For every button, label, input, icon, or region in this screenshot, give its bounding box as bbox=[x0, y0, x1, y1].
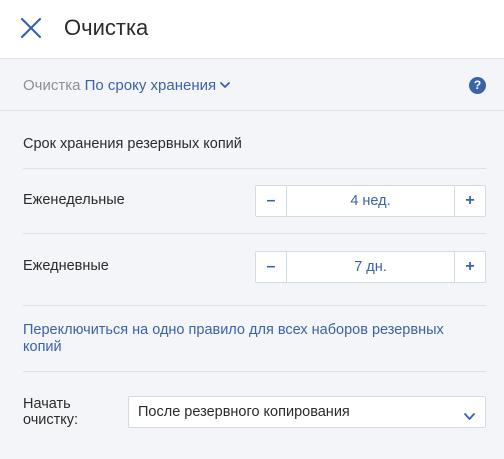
start-cleanup-value: После резервного копирования bbox=[138, 404, 350, 420]
start-cleanup-label: Начать очистку: bbox=[23, 396, 79, 428]
retention-mode-label: По сроку хранения bbox=[84, 77, 217, 94]
switch-single-rule-link[interactable]: Переключиться на одно правило для всех н… bbox=[23, 322, 473, 356]
page-title: Очистка bbox=[64, 15, 149, 40]
breadcrumb-static: Очистка bbox=[23, 77, 81, 94]
divider bbox=[23, 168, 486, 169]
close-icon[interactable] bbox=[18, 15, 44, 41]
divider bbox=[23, 305, 486, 306]
chevron-down-icon bbox=[220, 76, 231, 94]
daily-stepper: – 7 дн. + bbox=[255, 251, 486, 283]
weekly-label: Еженедельные bbox=[23, 192, 125, 208]
breadcrumb: Очистка По сроку хранения bbox=[23, 76, 231, 95]
weekly-value-input[interactable]: 4 нед. bbox=[287, 186, 454, 216]
divider bbox=[23, 371, 486, 372]
breadcrumb-bar: Очистка По сроку хранения ? bbox=[0, 59, 504, 111]
weekly-decrement-button[interactable]: – bbox=[256, 186, 287, 216]
daily-value-input[interactable]: 7 дн. bbox=[287, 252, 454, 282]
help-icon[interactable]: ? bbox=[469, 77, 486, 94]
daily-increment-button[interactable]: + bbox=[454, 252, 485, 282]
retention-mode-dropdown[interactable]: По сроку хранения bbox=[84, 76, 231, 94]
weekly-increment-button[interactable]: + bbox=[454, 186, 485, 216]
chevron-down-icon bbox=[464, 408, 475, 426]
start-cleanup-select[interactable]: После резервного копирования bbox=[128, 396, 486, 428]
header: Очистка bbox=[0, 0, 504, 59]
daily-label: Ежедневные bbox=[23, 258, 109, 274]
section-title: Срок хранения резервных копий bbox=[23, 136, 242, 152]
daily-decrement-button[interactable]: – bbox=[256, 252, 287, 282]
weekly-stepper: – 4 нед. + bbox=[255, 185, 486, 217]
divider bbox=[23, 233, 486, 234]
